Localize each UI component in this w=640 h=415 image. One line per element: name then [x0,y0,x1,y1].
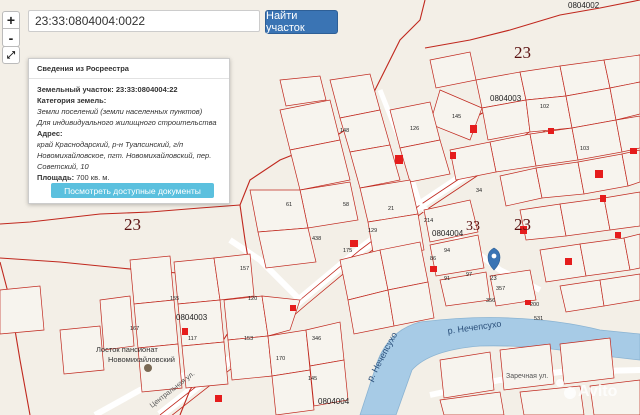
address-line-3: Советский, 10 [37,162,89,171]
street-label-zarechnaya: Заречная ул. [506,373,548,380]
parcel-label: 148 [340,128,349,134]
parcel-label: 157 [240,266,249,272]
search-input[interactable] [28,10,260,32]
parcel-label: 346 [312,336,321,342]
info-panel: Сведения из Росреестра Земельный участок… [28,58,230,204]
quarter-label-0804003-south: 0804003 [176,313,208,322]
parcel-label: 86 [430,256,436,262]
parcel-label: 97 [466,272,472,278]
area-label: Площадь: [37,173,75,182]
region-label-23-west: 23 [124,215,141,234]
parcel-label: 145 [308,376,317,382]
quarter-label-0804004: 0804004 [432,229,464,238]
region-label-23-north: 23 [514,43,531,62]
parcel-label: 102 [540,104,549,110]
parcel-label: 58 [343,202,349,208]
find-parcel-button[interactable]: Найти участок [265,10,338,34]
category-value: Земли поселений (земли населенных пункто… [37,107,203,116]
quarter-label-0804004-south: 0804004 [318,397,350,406]
parcel-label: 145 [452,114,461,120]
parcel-label: 155 [170,296,179,302]
parcel-label: 117 [188,336,197,342]
parcel-label: 214 [424,218,433,224]
area-value: 700 кв. м. [76,173,110,182]
parcel-label: 126 [410,126,419,132]
parcel-label-key: Земельный участок: [37,85,114,94]
address-line-2: Новомихайловское, пгт. Новомихайловский,… [37,151,212,160]
parcel-label: 175 [343,248,352,254]
poi-label-1: Лосток пансионат [96,345,158,354]
parcel-label: 34 [476,188,482,194]
info-panel-body: Земельный участок: 23:33:0804004:22 Кате… [29,79,229,183]
parcel-label: 120 [248,296,257,302]
parcel-label: 103 [580,146,589,152]
parcel-label: 21 [388,206,394,212]
parcel-number: 23:33:0804004:22 [115,85,178,94]
zoom-out-button[interactable]: - [2,29,20,47]
poi-label-2: Новомихайловский [108,355,175,364]
usage-value: Для индивидуального жилищного строительс… [37,118,217,127]
address-label: Адрес: [37,129,63,138]
region-label-23-east: 23 [514,215,531,234]
parcel-label: 91 [444,276,450,282]
region-label-33: 33 [466,219,480,234]
quarter-label-0804002: 0804002 [568,1,600,10]
parcel-label: 356 [486,298,495,304]
parcel-label: 438 [312,236,321,242]
parcel-label: 94 [444,248,450,254]
parcel-label: 167 [130,326,139,332]
fullscreen-icon[interactable]: ⤢ [2,46,20,64]
zoom-in-button[interactable]: + [2,11,20,29]
parcel-label: 61 [286,202,292,208]
info-panel-title: Сведения из Росреестра [29,59,229,79]
svg-text:Avito: Avito [578,383,618,400]
quarter-label-0804003: 0804003 [490,94,522,103]
marker-label: 23 [490,276,497,282]
parcel-label: 129 [368,228,377,234]
parcel-label: 153 [244,336,253,342]
view-documents-button[interactable]: Посмотреть доступные документы [51,183,214,198]
category-label: Категория земель: [37,96,107,105]
parcel-label: 170 [276,356,285,362]
parcel-label: 200 [530,302,539,308]
poi-icon [144,364,152,372]
address-line-1: край Краснодарский, р-н Туапсинский, г/п [37,140,184,149]
parcel-label: 357 [496,286,505,292]
parcel-label: 531 [534,316,543,322]
